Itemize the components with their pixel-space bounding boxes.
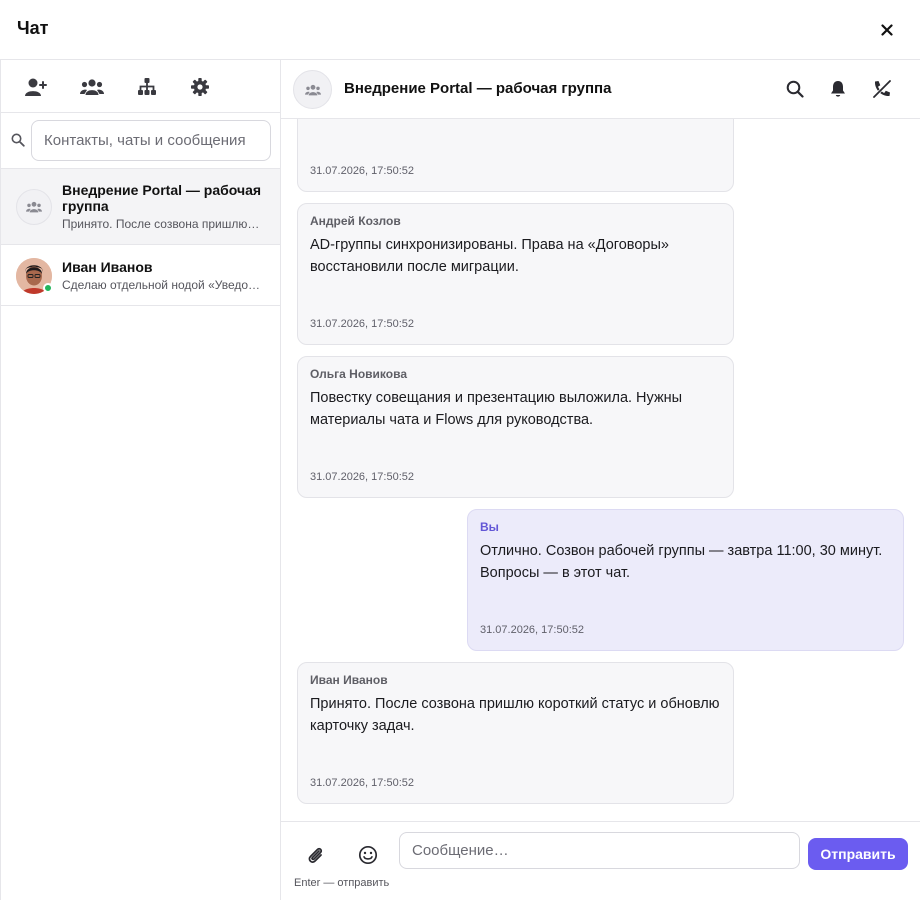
sidebar-toolbar	[1, 60, 280, 113]
message-author: Ольга Новикова	[310, 367, 408, 381]
online-status-dot	[43, 283, 53, 293]
chat-header: Внедрение Portal — рабочая группа	[281, 60, 920, 119]
chat-panel: Внедрение Portal — рабочая группа 31.07.…	[281, 60, 920, 900]
message-bubble: Иван Иванов Принято. После созвона пришл…	[297, 662, 734, 804]
message-input[interactable]	[399, 832, 800, 869]
gear-icon	[191, 78, 209, 96]
notifications-button[interactable]	[826, 77, 850, 101]
org-structure-button[interactable]	[135, 75, 159, 99]
window-header: Чат	[0, 0, 920, 60]
message-text: Повестку совещания и презентацию выложил…	[310, 390, 683, 428]
message-time: 31.07.2026, 17:50:52	[310, 777, 414, 789]
own-message-bubble: Вы Отлично. Созвон рабочей группы — завт…	[467, 509, 904, 651]
send-hint: Enter — отправить	[294, 877, 390, 889]
add-contact-button[interactable]	[24, 75, 48, 99]
window-title: Чат	[17, 18, 49, 38]
message-time: 31.07.2026, 17:50:52	[480, 624, 584, 636]
search-messages-button[interactable]	[783, 77, 807, 101]
chat-title: Внедрение Portal — рабочая группа	[344, 80, 612, 97]
send-button[interactable]: Отправить	[808, 838, 908, 870]
message-list: 31.07.2026, 17:50:52 Андрей Козлов AD-гр…	[281, 119, 920, 821]
groups-button[interactable]	[80, 75, 104, 99]
bell-icon	[831, 81, 845, 97]
message-composer: Отправить Enter — отправить	[281, 821, 920, 900]
add-contact-icon	[25, 78, 47, 96]
message-time: 31.07.2026, 17:50:52	[310, 471, 414, 483]
message-author: Иван Иванов	[310, 673, 388, 687]
chat-avatar	[293, 70, 332, 109]
message-author: Андрей Козлов	[310, 214, 401, 228]
group-avatar	[16, 189, 52, 225]
paperclip-icon	[308, 847, 323, 863]
message-text: Отлично. Созвон рабочей группы — завтра …	[480, 543, 883, 581]
message-bubble: Андрей Козлов AD-группы синхронизированы…	[297, 203, 734, 345]
contact-name: Внедрение Portal — рабочая группа	[62, 182, 262, 214]
message-time: 31.07.2026, 17:50:52	[310, 165, 414, 177]
group-icon	[80, 79, 104, 95]
contact-item-work-group[interactable]: Внедрение Portal — рабочая группа Принят…	[1, 169, 280, 245]
contact-preview: Принято. После созвона пришлю короткий с…	[62, 217, 262, 231]
contact-name: Иван Иванов	[62, 259, 153, 275]
contact-preview: Сделаю отдельной нодой «Уведомление», чт…	[62, 278, 262, 292]
close-button[interactable]	[876, 19, 898, 41]
call-off-icon	[872, 79, 892, 99]
org-structure-icon	[138, 78, 156, 95]
search-icon	[11, 133, 25, 147]
settings-button[interactable]	[188, 75, 212, 99]
emoji-button[interactable]	[357, 844, 379, 866]
emoji-icon	[358, 845, 378, 865]
message-bubble: Ольга Новикова Повестку совещания и през…	[297, 356, 734, 498]
contact-item-ivan-ivanov[interactable]: Иван Иванов Сделаю отдельной нодой «Увед…	[1, 245, 280, 306]
sidebar: Внедрение Portal — рабочая группа Принят…	[0, 60, 281, 900]
search-input[interactable]	[31, 120, 271, 161]
search-icon	[786, 80, 804, 98]
message-author: Вы	[480, 520, 499, 534]
message-time: 31.07.2026, 17:50:52	[310, 318, 414, 330]
message-text: AD-группы синхронизированы. Права на «До…	[310, 237, 669, 275]
search-row	[1, 113, 280, 169]
close-icon	[881, 24, 893, 36]
message-bubble: 31.07.2026, 17:50:52	[297, 119, 734, 192]
message-text: Принято. После созвона пришлю короткий с…	[310, 696, 720, 734]
call-off-button[interactable]	[870, 77, 894, 101]
attach-button[interactable]	[304, 844, 326, 866]
group-icon	[26, 201, 42, 213]
group-icon	[304, 84, 321, 95]
